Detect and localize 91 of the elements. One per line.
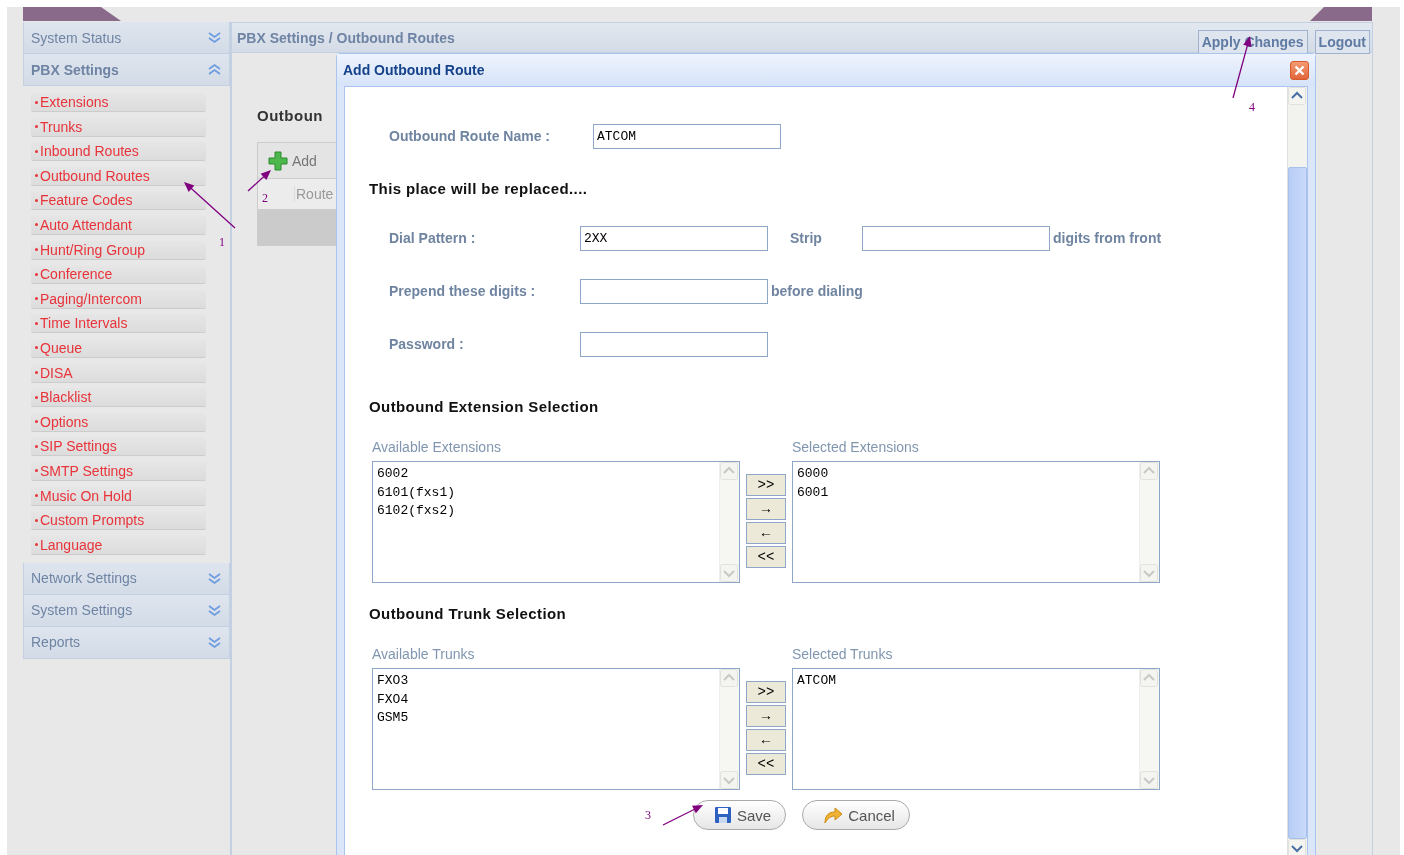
sidebar-item[interactable]: Options — [31, 412, 206, 431]
sidebar-item[interactable]: SMTP Settings — [31, 461, 206, 480]
sidebar-item[interactable]: Language — [31, 535, 206, 554]
sidebar-item[interactable]: Extensions — [31, 93, 206, 111]
scrollbar[interactable] — [1287, 87, 1307, 855]
double-chevron-down-icon — [208, 603, 221, 617]
list-option[interactable]: ATCOM — [797, 672, 1135, 691]
sidebar-item[interactable]: Paging/Intercom — [31, 289, 206, 308]
available-list[interactable]: 6002 6101(fxs1) 6102(fxs2) — [372, 461, 740, 583]
field-suffix: before dialing — [771, 283, 863, 299]
list-option[interactable]: FXO4 — [377, 690, 715, 709]
transfer-button[interactable]: >> — [746, 474, 786, 496]
list-option[interactable]: 6101(fxs1) — [377, 483, 715, 502]
sidebar-item[interactable]: Blacklist — [31, 388, 206, 407]
list-label: Available Extensions — [372, 439, 502, 455]
logout-button[interactable]: Logout — [1314, 30, 1370, 54]
close-icon — [1294, 64, 1305, 76]
sidebar-item[interactable]: Outbound Routes — [31, 166, 206, 185]
list-label: Available Trunks — [372, 646, 476, 662]
field-label: Dial Pattern : — [389, 230, 476, 246]
annotation-arrow — [247, 170, 271, 192]
transfer-button[interactable]: → — [746, 705, 786, 727]
sidebar-item[interactable]: DISA — [31, 363, 206, 382]
selected-list[interactable]: ATCOM — [792, 668, 1160, 790]
field-label: Password : — [389, 336, 464, 352]
plus-icon — [268, 150, 288, 171]
transfer-button[interactable]: << — [746, 546, 786, 568]
add-button[interactable]: Add — [268, 150, 317, 171]
sidebar-section-header[interactable]: System Settings — [23, 594, 230, 627]
list-option[interactable]: 6000 — [797, 465, 1135, 484]
input-field[interactable] — [580, 278, 768, 304]
selected-list[interactable]: 6000 6001 — [792, 461, 1160, 583]
list-option[interactable]: GSM5 — [377, 709, 715, 728]
save-button[interactable]: Save — [693, 800, 787, 830]
breadcrumb: PBX Settings / Outbound Routes — [237, 29, 455, 46]
annotation-number: 1 — [219, 235, 225, 250]
sidebar-item[interactable]: SIP Settings — [31, 437, 206, 456]
scrollbar-thumb[interactable] — [1288, 167, 1307, 839]
note-text: This place will be replaced.... — [369, 180, 589, 197]
scroll-up-icon[interactable] — [1288, 87, 1306, 105]
double-chevron-down-icon — [208, 571, 221, 585]
double-chevron-down-icon — [208, 635, 221, 649]
sidebar-item[interactable]: Conference — [31, 265, 206, 284]
input-field[interactable] — [580, 331, 768, 357]
transfer-button[interactable]: << — [746, 753, 786, 775]
sidebar-section-header[interactable]: System Status — [23, 22, 230, 54]
close-button[interactable] — [1290, 60, 1309, 80]
sidebar-section-header[interactable]: Reports — [23, 626, 230, 659]
list-option[interactable]: 6002 — [377, 465, 715, 484]
list-label: Selected Trunks — [792, 646, 894, 662]
column-header: Route — [294, 186, 334, 202]
field-label: Strip — [790, 230, 822, 246]
list-option[interactable]: 6102(fxs2) — [377, 502, 715, 521]
transfer-button[interactable]: → — [746, 498, 786, 520]
curved-arrow-icon — [823, 806, 844, 824]
sidebar-section-header[interactable]: PBX Settings — [23, 54, 230, 86]
dialog-title: Add Outbound Route — [343, 62, 485, 78]
sidebar-item[interactable]: Feature Codes — [31, 191, 206, 210]
double-chevron-up-icon — [208, 63, 221, 76]
sidebar-item[interactable]: Trunks — [31, 117, 206, 136]
annotation-number: 3 — [645, 808, 651, 823]
available-list[interactable]: FXO3 FXO4 GSM5 — [372, 668, 740, 790]
sidebar-item[interactable]: Time Intervals — [31, 314, 206, 333]
input-field[interactable] — [862, 225, 1050, 251]
route-name-field[interactable]: ATCOM — [593, 123, 781, 149]
field-label: Prepend these digits : — [389, 283, 536, 299]
transfer-button[interactable]: ← — [746, 729, 786, 751]
list-option[interactable]: 6001 — [797, 483, 1135, 502]
sidebar-item[interactable]: Auto Attendant — [31, 215, 206, 234]
sidebar-item[interactable]: Inbound Routes — [31, 142, 206, 161]
annotation-number: 2 — [262, 191, 268, 206]
field-suffix: digits from front — [1053, 230, 1162, 246]
annotation-number: 4 — [1249, 100, 1255, 115]
transfer-button[interactable]: ← — [746, 522, 786, 544]
scroll-down-icon[interactable] — [1288, 839, 1306, 855]
cancel-button[interactable]: Cancel — [802, 800, 910, 830]
double-chevron-down-icon — [208, 31, 221, 44]
list-option[interactable]: FXO3 — [377, 672, 715, 691]
transfer-button[interactable]: >> — [746, 681, 786, 703]
sidebar-item[interactable]: Custom Prompts — [31, 511, 206, 530]
list-label: Selected Extensions — [792, 439, 920, 455]
sidebar-item[interactable]: Queue — [31, 338, 206, 357]
section-heading: Outbound Extension Selection — [369, 398, 600, 415]
sidebar-item[interactable]: Hunt/Ring Group — [31, 240, 206, 259]
section-heading: Outbound Trunk Selection — [369, 605, 568, 622]
field-label: Outbound Route Name : — [389, 128, 550, 144]
input-field[interactable]: 2XX — [580, 225, 768, 251]
annotation-arrow — [662, 805, 703, 826]
sidebar-item[interactable]: Music On Hold — [31, 486, 206, 505]
annotation-arrow — [184, 182, 236, 229]
sidebar-section-header[interactable]: Network Settings — [23, 562, 230, 595]
